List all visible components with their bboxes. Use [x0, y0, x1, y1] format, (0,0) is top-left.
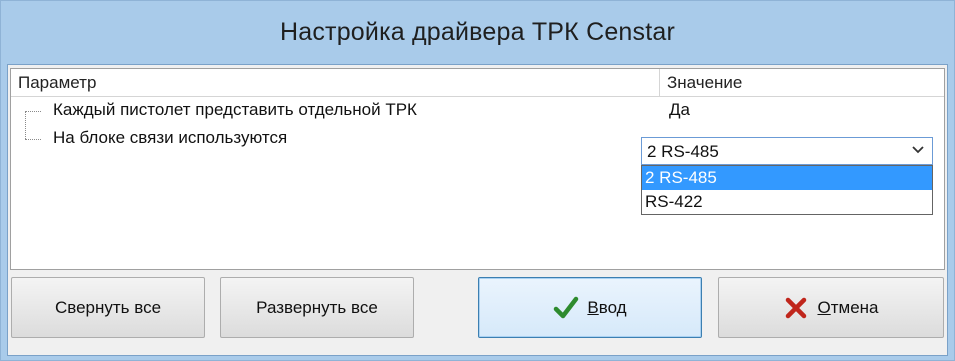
expand-all-label: Развернуть все [256, 297, 378, 317]
cancel-label-rest: тмена [830, 297, 879, 317]
ok-button[interactable]: Ввод [478, 277, 702, 338]
interface-combobox[interactable]: 2 RS-485 [641, 137, 933, 165]
title-bar: Настройка драйвера ТРК Censtar [1, 1, 954, 63]
column-divider[interactable] [659, 69, 660, 96]
tree-connector [25, 139, 41, 140]
collapse-all-label: Свернуть все [54, 297, 162, 317]
grid-row-each-nozzle[interactable]: Каждый пистолет представить отдельной ТР… [11, 97, 944, 139]
ok-accelerator: В [587, 297, 599, 317]
x-icon [786, 297, 807, 318]
dialog-window: Настройка драйвера ТРК Censtar Параметр … [0, 0, 955, 361]
chevron-down-icon[interactable] [911, 142, 925, 156]
cancel-button[interactable]: Отмена [718, 277, 944, 338]
ok-label: Ввод [587, 298, 626, 318]
row-value[interactable]: Да [669, 100, 690, 120]
window-title: Настройка драйвера ТРК Censtar [279, 17, 676, 46]
dropdown-option-rs422[interactable]: RS-422 [642, 190, 932, 214]
column-header-value[interactable]: Значение [667, 73, 742, 93]
interface-dropdown-list: 2 RS-485 RS-422 [641, 165, 933, 215]
column-header-parameter[interactable]: Параметр [18, 73, 96, 93]
expand-all-button[interactable]: Развернуть все [220, 277, 414, 338]
grid-header: Параметр Значение [11, 69, 944, 97]
dropdown-option-2-rs485[interactable]: 2 RS-485 [642, 166, 932, 190]
ok-label-rest: вод [598, 297, 627, 317]
tree-connector [25, 111, 41, 112]
row-label: На блоке связи используются [53, 128, 288, 147]
button-bar: Свернуть все Развернуть все Ввод Отмена [8, 277, 949, 347]
dialog-body: Параметр Значение Каждый пистолет предст… [7, 64, 948, 356]
checkmark-icon [554, 296, 579, 318]
collapse-all-button[interactable]: Свернуть все [11, 277, 205, 338]
row-label: Каждый пистолет представить отдельной ТР… [53, 100, 417, 119]
combobox-value: 2 RS-485 [647, 142, 719, 161]
cancel-accelerator: О [817, 297, 831, 317]
cancel-label: Отмена [817, 298, 878, 318]
